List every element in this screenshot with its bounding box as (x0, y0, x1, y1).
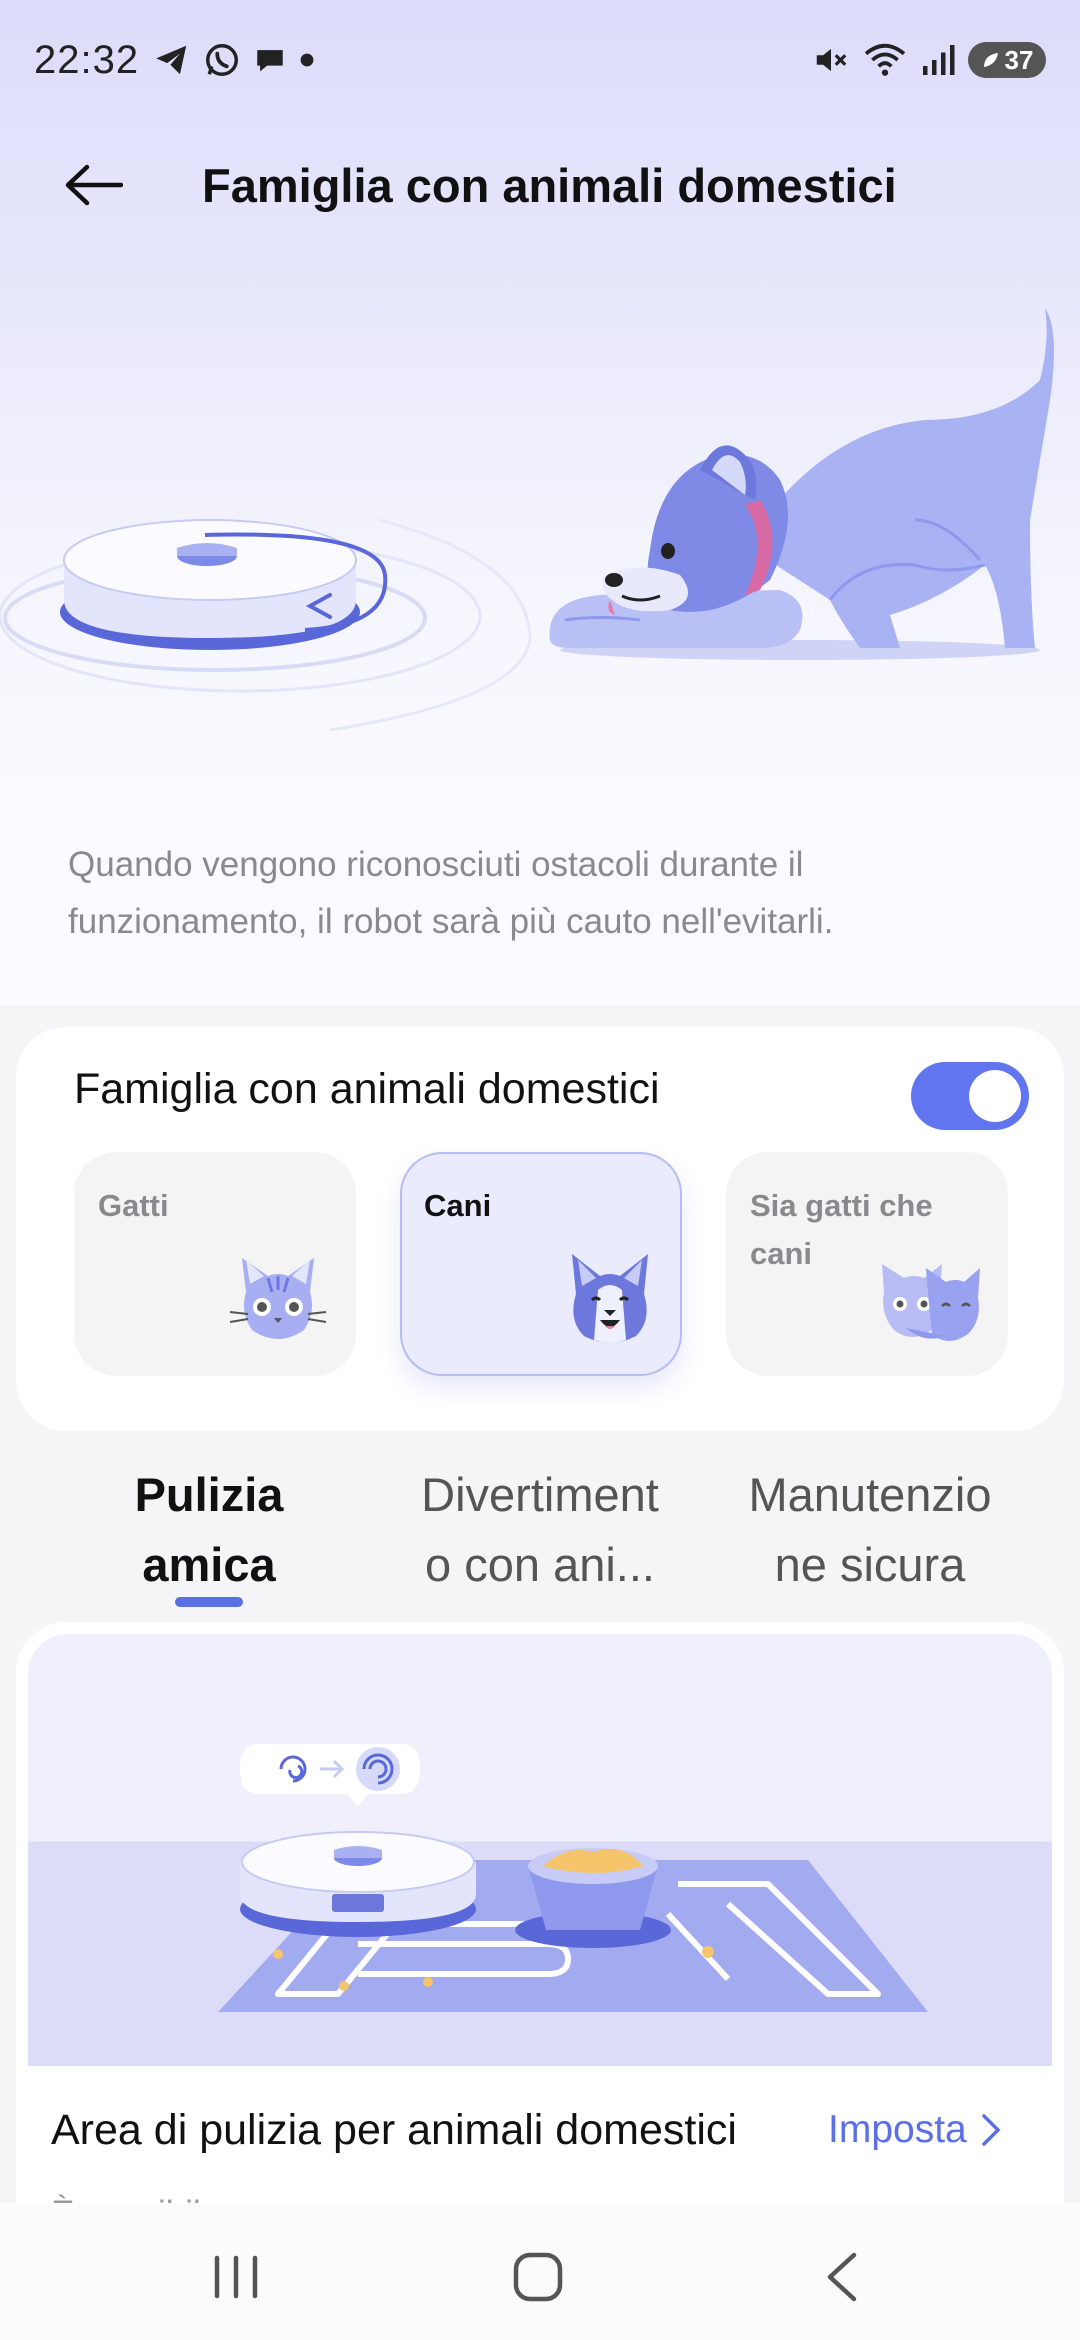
tab-pet-fun[interactable]: Divertiment o con ani... (375, 1460, 705, 1600)
home-button[interactable] (498, 2247, 578, 2307)
nav-back-button[interactable] (802, 2247, 882, 2307)
app-header: Famiglia con animali domestici (0, 130, 1080, 240)
tab-label-line2: amica (142, 1538, 276, 1591)
page-title: Famiglia con animali domestici (202, 159, 897, 212)
pet-family-toggle[interactable] (911, 1062, 1029, 1130)
wifi-icon (864, 43, 906, 76)
tab-label-line2: o con ani... (425, 1538, 655, 1591)
pet-option-cats[interactable]: Gatti (74, 1152, 356, 1376)
recent-apps-icon (214, 2255, 258, 2299)
tab-label-line1: Pulizia (134, 1468, 284, 1521)
signal-icon (923, 45, 955, 75)
pet-option-label: Cani (424, 1188, 492, 1223)
battery-level: 37 (1004, 44, 1034, 75)
pet-option-dogs[interactable]: Cani (400, 1152, 682, 1376)
feature-illustration (28, 1634, 1052, 2066)
chat-bubble-icon (257, 50, 283, 72)
active-tab-indicator (175, 1597, 243, 1607)
cat-and-dog-icon (882, 1264, 980, 1341)
recent-apps-button[interactable] (196, 2247, 276, 2307)
tab-friendly-cleaning[interactable]: Pulizia amica (44, 1460, 374, 1600)
pet-family-card: Famiglia con animali domestici Gatti Can… (16, 1027, 1064, 1431)
tab-label-line1: Divertiment (421, 1468, 659, 1521)
home-icon (513, 2252, 563, 2302)
telegram-icon (156, 45, 187, 75)
mute-icon (816, 48, 847, 72)
system-icons: 37 (812, 41, 1046, 79)
status-time: 22:32 (34, 37, 140, 82)
notification-icons (153, 41, 315, 79)
tab-label-line1: Manutenzio (748, 1468, 992, 1521)
arrow-left-icon (65, 164, 123, 206)
hero-illustration (0, 308, 1054, 732)
pet-option-label: Gatti (98, 1188, 169, 1223)
setup-button[interactable]: Imposta (828, 2108, 1001, 2152)
feature-title: Area di pulizia per animali domestici (51, 2106, 737, 2154)
status-bar: 22:32 37 (0, 0, 1080, 120)
pet-family-label: Famiglia con animali domestici (74, 1065, 660, 1113)
back-icon (827, 2252, 857, 2302)
dot-icon (300, 53, 314, 67)
feature-tabs: Pulizia amica Divertiment o con ani... M… (0, 1460, 1080, 1620)
cat-icon (229, 1258, 327, 1339)
chevron-right-icon (981, 2114, 1001, 2146)
toggle-knob (969, 1070, 1021, 1122)
back-button[interactable] (58, 152, 128, 218)
system-nav-bar (0, 2203, 1080, 2340)
dog-icon (572, 1254, 648, 1343)
description-text: Quando vengono riconosciuti ostacoli dur… (68, 845, 834, 941)
tab-label-line2: ne sicura (774, 1538, 966, 1591)
whatsapp-icon (206, 44, 239, 76)
tab-safe-maintenance[interactable]: Manutenzio ne sicura (705, 1460, 1035, 1600)
battery-icon: 37 (968, 42, 1046, 78)
setup-label: Imposta (828, 2108, 967, 2151)
pet-option-cats-and-dogs[interactable]: Sia gatti che cani (726, 1152, 1008, 1376)
